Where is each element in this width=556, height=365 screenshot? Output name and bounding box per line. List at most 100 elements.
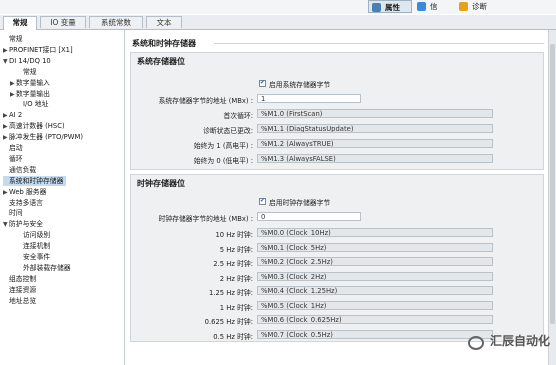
readonly-value-field: %M0.7 (Clock_0.5Hz): [257, 329, 493, 339]
sidebar-item[interactable]: ▶数字量输入: [10, 78, 50, 88]
sidebar-item-label: 组态控制: [9, 274, 37, 283]
properties-icon: [372, 3, 381, 12]
readonly-value-field: %M1.3 (AlwaysFALSE): [257, 154, 493, 163]
sidebar-item-label: Web 服务器: [9, 187, 47, 196]
tab-system-constants[interactable]: 系统常数: [89, 16, 143, 28]
tabs-bar: 常规 IO 变量 系统常数 文本: [0, 15, 556, 30]
tab-general[interactable]: 常规: [3, 16, 37, 30]
tab-texts[interactable]: 文本: [146, 16, 182, 28]
top-tab-bar: 属性 信息 诊断: [0, 0, 556, 24]
sidebar-item[interactable]: 地址总览: [3, 296, 36, 306]
sidebar-item-label: AI 2: [9, 111, 23, 120]
tab-diagnostics-label: 诊断: [472, 2, 487, 11]
sidebar-item[interactable]: 时间: [3, 208, 23, 218]
sidebar-item-label: 外部装载存储器: [23, 263, 71, 272]
sidebar-item-label: 循环: [9, 154, 23, 163]
readonly-value-field: %M0.2 (Clock_2.5Hz): [257, 257, 493, 266]
sidebar-item[interactable]: 常规: [3, 34, 23, 44]
enable-clock-memory-checkbox[interactable]: [259, 197, 266, 205]
sidebar-item-label: 访问级别: [23, 231, 51, 240]
sidebar-item[interactable]: ▶脉冲发生器 (PTO/PWM): [3, 132, 83, 142]
sidebar-item-label: 数字量输出: [16, 89, 50, 98]
sidebar-item-label: 高速计数器 (HSC): [9, 122, 65, 131]
sidebar-item[interactable]: ▶数字量输出: [10, 89, 50, 99]
row-label: 始终为 0 (低电平) :: [193, 157, 253, 165]
wechat-icon: [468, 336, 484, 350]
title-divider: [214, 43, 544, 44]
sidebar-item-label: 连接机制: [23, 242, 51, 251]
sidebar-item[interactable]: I/O 地址: [17, 99, 48, 109]
tab-diagnostics[interactable]: 诊断: [456, 0, 500, 13]
readonly-value-field: %M0.1 (Clock_5Hz): [257, 242, 493, 252]
sidebar-item[interactable]: 循环: [3, 154, 23, 164]
system-memory-panel: 系统存储器位 启用系统存储器字节 系统存储器字节的地址 (MBx) : 1 首次…: [130, 52, 544, 170]
row-label: 1 Hz 时钟:: [219, 303, 253, 312]
clock-memory-title: 时钟存储器位: [137, 179, 185, 188]
scroll-thumb[interactable]: [550, 44, 555, 324]
row-label: 2 Hz 时钟:: [219, 274, 253, 283]
sidebar-item-label: I/O 地址: [23, 100, 49, 109]
sidebar-item-label: 连接资源: [9, 285, 37, 294]
row-label: 诊断状态已更改:: [203, 127, 253, 135]
sidebar-item-label: 常规: [9, 35, 23, 43]
tab-properties[interactable]: 属性: [368, 0, 412, 13]
sidebar-item[interactable]: ▶Web 服务器: [3, 187, 46, 197]
system-memory-title: 系统存储器位: [137, 57, 185, 66]
readonly-value-field: %M0.0 (Clock_10Hz): [257, 228, 493, 237]
sidebar-item[interactable]: 访问级别: [17, 230, 50, 240]
sidebar-item[interactable]: 常规: [17, 67, 37, 77]
readonly-value-field: %M0.3 (Clock_2Hz): [257, 271, 493, 281]
row-label: 0.625 Hz 时钟:: [204, 318, 253, 326]
readonly-value-field: %M1.0 (FirstScan): [257, 109, 493, 118]
clock-memory-panel: 时钟存储器位 启用时钟存储器字节 时钟存储器字节的地址 (MBx) : 0 10…: [130, 174, 544, 342]
sidebar-item[interactable]: 连接机制: [17, 241, 50, 251]
row-label: 始终为 1 (高电平) :: [193, 142, 253, 150]
watermark-text: 汇辰自动化: [489, 334, 550, 348]
tab-info[interactable]: 信息: [414, 0, 450, 24]
row-label: 10 Hz 时钟:: [215, 231, 253, 239]
sidebar-item-label: 启动: [9, 144, 23, 152]
sidebar-item-label: 系统和时钟存储器: [9, 176, 64, 185]
system-address-input[interactable]: 1: [257, 94, 361, 103]
tab-properties-label: 属性: [385, 3, 400, 12]
clock-address-label: 时钟存储器字节的地址 (MBx) :: [158, 215, 253, 223]
sidebar-item[interactable]: 通信负载: [3, 165, 36, 175]
sidebar-item-label: 脉冲发生器 (PTO/PWM): [9, 133, 84, 142]
sidebar-item-label: 时间: [9, 209, 23, 218]
tab-io-tags[interactable]: IO 变量: [40, 16, 86, 28]
sidebar-item-label: 地址总览: [9, 296, 37, 305]
sidebar-item[interactable]: ▶AI 2: [3, 110, 22, 120]
diagnostics-icon: [459, 2, 468, 11]
sidebar-tree: 常规 ▶PROFINET接口 [X1] ▼DI 14/DQ 10 常规 ▶数字量输入 ▶数…: [0, 30, 125, 365]
enable-clock-memory-label: 启用时钟存储器字节: [269, 199, 331, 207]
row-label: 0.5 Hz 时钟:: [213, 332, 253, 341]
readonly-value-field: %M0.5 (Clock_1Hz): [257, 300, 493, 310]
sidebar-item[interactable]: 外部装载存储器: [17, 263, 71, 273]
enable-system-memory-label: 启用系统存储器字节: [269, 81, 331, 89]
sidebar-item[interactable]: 连接资源: [3, 285, 36, 295]
readonly-value-field: %M0.4 (Clock_1.25Hz): [257, 286, 493, 295]
sidebar-item-label: 数字量输入: [16, 78, 50, 87]
sidebar-item-label: 常规: [23, 67, 37, 76]
main-content: 系统和时钟存储器 系统存储器位 启用系统存储器字节 系统存储器字节的地址 (MB…: [126, 30, 548, 365]
sidebar-item[interactable]: 支持多语言: [3, 198, 43, 208]
sidebar-item[interactable]: ▶高速计数器 (HSC): [3, 121, 65, 131]
vertical-scrollbar[interactable]: [548, 30, 556, 365]
row-label: 1.25 Hz 时钟:: [208, 289, 253, 297]
page-title: 系统和时钟存储器: [132, 39, 196, 48]
sidebar-item-label: 防护与安全: [9, 220, 43, 229]
sidebar-item[interactable]: ▼防护与安全: [3, 219, 43, 229]
info-icon: [417, 2, 426, 11]
sidebar-item[interactable]: 启动: [3, 143, 23, 153]
sidebar-item[interactable]: 组态控制: [3, 274, 36, 284]
row-label: 5 Hz 时钟:: [219, 245, 253, 254]
sidebar-item[interactable]: ▶PROFINET接口 [X1]: [3, 45, 73, 55]
sidebar-item[interactable]: 安全事件: [17, 252, 50, 262]
sidebar-item[interactable]: ▼DI 14/DQ 10: [3, 56, 51, 66]
clock-address-input[interactable]: 0: [257, 212, 361, 221]
system-address-label: 系统存储器字节的地址 (MBx) :: [158, 97, 253, 105]
sidebar-item[interactable]: 系统和时钟存储器: [3, 175, 67, 186]
sidebar-item-label: DI 14/DQ 10: [9, 56, 51, 65]
enable-system-memory-checkbox[interactable]: [259, 79, 266, 87]
sidebar-item-label: 安全事件: [23, 253, 51, 261]
